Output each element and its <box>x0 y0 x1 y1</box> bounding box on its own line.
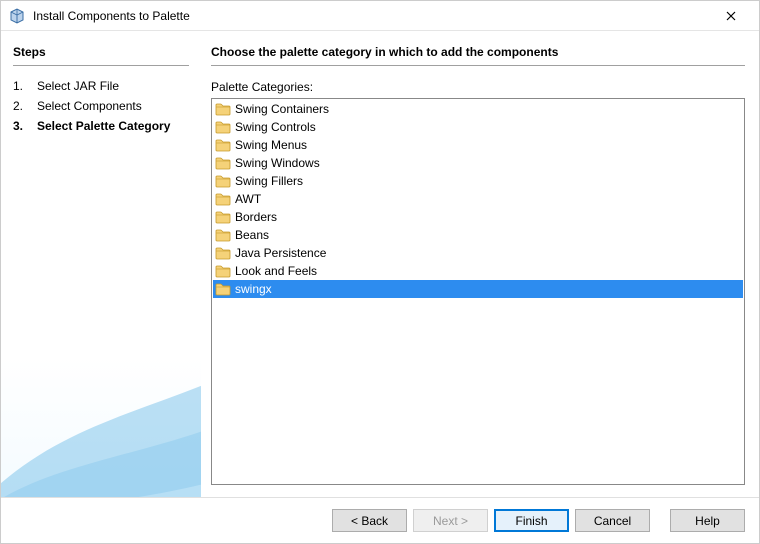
main-heading: Choose the palette category in which to … <box>211 45 745 66</box>
category-item[interactable]: Swing Containers <box>213 100 743 118</box>
folder-icon <box>215 174 231 188</box>
next-button: Next > <box>413 509 488 532</box>
footer-buttons: < Back Next > Finish Cancel Help <box>1 497 759 543</box>
category-item[interactable]: Beans <box>213 226 743 244</box>
sidebar: Steps 1. Select JAR File 2. Select Componen… <box>1 31 201 497</box>
folder-icon <box>215 156 231 170</box>
folder-icon <box>215 102 231 116</box>
list-label: Palette Categories: <box>211 80 745 94</box>
titlebar: Install Components to Palette <box>1 1 759 31</box>
folder-icon <box>215 210 231 224</box>
category-label: Swing Containers <box>235 102 329 116</box>
folder-icon <box>215 228 231 242</box>
category-label: Java Persistence <box>235 246 326 260</box>
folder-icon <box>215 282 231 296</box>
category-item[interactable]: swingx <box>213 280 743 298</box>
folder-icon <box>215 264 231 278</box>
category-label: Swing Fillers <box>235 174 303 188</box>
step-number: 3. <box>13 117 27 135</box>
category-label: Borders <box>235 210 277 224</box>
category-label: Swing Windows <box>235 156 320 170</box>
step-number: 1. <box>13 77 27 95</box>
step-label: Select Palette Category <box>37 117 170 135</box>
folder-icon <box>215 120 231 134</box>
app-icon <box>9 8 25 24</box>
folder-icon <box>215 246 231 260</box>
category-item[interactable]: AWT <box>213 190 743 208</box>
folder-icon <box>215 192 231 206</box>
category-label: Beans <box>235 228 269 242</box>
category-label: swingx <box>235 282 272 296</box>
category-item[interactable]: Borders <box>213 208 743 226</box>
step-number: 2. <box>13 97 27 115</box>
step-item: 2. Select Components <box>13 96 189 116</box>
step-label: Select JAR File <box>37 77 119 95</box>
cancel-button[interactable]: Cancel <box>575 509 650 532</box>
window-title: Install Components to Palette <box>33 9 711 23</box>
category-label: Swing Menus <box>235 138 307 152</box>
category-item[interactable]: Swing Controls <box>213 118 743 136</box>
category-label: AWT <box>235 192 261 206</box>
step-item: 3. Select Palette Category <box>13 116 189 136</box>
step-label: Select Components <box>37 97 142 115</box>
help-button[interactable]: Help <box>670 509 745 532</box>
category-item[interactable]: Java Persistence <box>213 244 743 262</box>
category-item[interactable]: Swing Windows <box>213 154 743 172</box>
finish-button[interactable]: Finish <box>494 509 569 532</box>
decorative-swoosh <box>1 297 201 497</box>
category-item[interactable]: Swing Menus <box>213 136 743 154</box>
categories-listbox[interactable]: Swing Containers Swing Controls Swing Menu… <box>211 98 745 485</box>
folder-icon <box>215 138 231 152</box>
category-label: Look and Feels <box>235 264 317 278</box>
category-item[interactable]: Look and Feels <box>213 262 743 280</box>
content-area: Steps 1. Select JAR File 2. Select Componen… <box>1 31 759 497</box>
close-button[interactable] <box>711 2 751 30</box>
steps-list: 1. Select JAR File 2. Select Components 3. Se… <box>13 76 189 136</box>
step-item: 1. Select JAR File <box>13 76 189 96</box>
close-icon <box>726 11 736 21</box>
category-item[interactable]: Swing Fillers <box>213 172 743 190</box>
back-button[interactable]: < Back <box>332 509 407 532</box>
steps-heading: Steps <box>13 45 189 66</box>
main-panel: Choose the palette category in which to … <box>201 31 759 497</box>
category-label: Swing Controls <box>235 120 316 134</box>
